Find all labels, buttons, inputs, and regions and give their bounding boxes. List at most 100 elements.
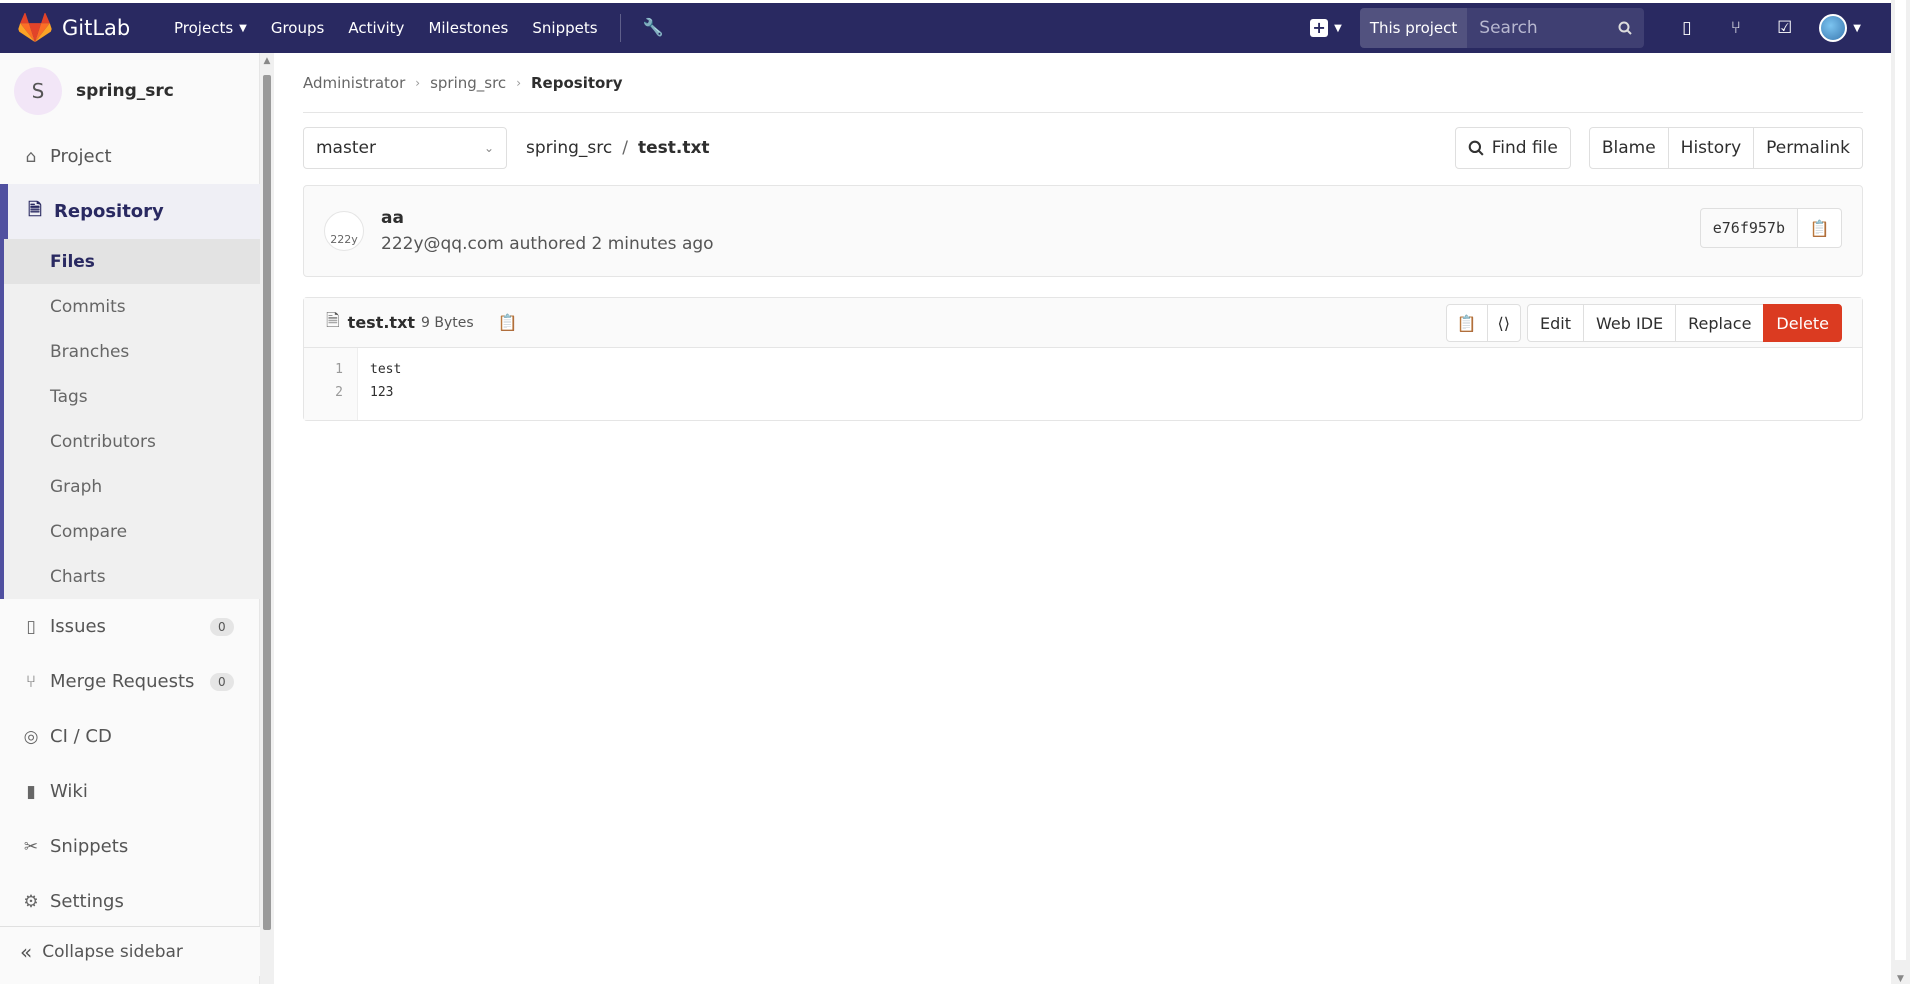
- nav-groups[interactable]: Groups: [259, 19, 336, 37]
- file-view-buttons: 📋 ⟨⟩: [1445, 304, 1522, 342]
- sidebar-subitem-files[interactable]: Files: [4, 239, 260, 284]
- top-navbar: GitLab Projects ▼ Groups Activity Milesto…: [0, 3, 1891, 53]
- search-scope-badge[interactable]: This project: [1359, 8, 1468, 48]
- todo-checkbox-icon[interactable]: ☑: [1760, 18, 1809, 38]
- home-icon: ⌂: [25, 146, 37, 167]
- commit-info: aa 222y@qq.com authored 2 minutes ago: [381, 208, 714, 254]
- file-path: spring_src / test.txt: [526, 138, 710, 158]
- search-box: [1467, 8, 1645, 48]
- scroll-up-arrow-icon[interactable]: ▲: [260, 53, 274, 69]
- sidebar-item-merge-requests[interactable]: ⑂ Merge Requests 0: [0, 654, 260, 709]
- last-commit-box: 222y aa 222y@qq.com authored 2 minutes a…: [303, 185, 1863, 277]
- sidebar-item-label: Issues: [50, 616, 106, 637]
- sidebar-item-ci-cd[interactable]: ◎ CI / CD: [0, 709, 260, 764]
- sidebar-item-label: Project: [50, 146, 112, 167]
- project-sidebar: S spring_src ⌂ Project 🗎 Repository File…: [0, 53, 274, 984]
- find-file-label: Find file: [1491, 138, 1558, 158]
- nav-projects[interactable]: Projects ▼: [162, 19, 259, 37]
- permalink-button[interactable]: Permalink: [1753, 127, 1863, 169]
- collapse-sidebar-button[interactable]: « Collapse sidebar: [0, 926, 260, 976]
- blame-button[interactable]: Blame: [1588, 127, 1669, 169]
- copy-source-button[interactable]: 📋: [1445, 304, 1488, 342]
- sidebar-subitem-compare[interactable]: Compare: [4, 509, 260, 554]
- path-root-link[interactable]: spring_src: [526, 138, 612, 158]
- clipboard-icon: 📋: [1809, 218, 1830, 238]
- search-icon: [1618, 21, 1633, 35]
- page-scrollbar[interactable]: ▼: [1891, 0, 1910, 984]
- sidebar-scrollbar-thumb[interactable]: [263, 75, 271, 930]
- file-name: test.txt: [347, 313, 416, 332]
- new-dropdown[interactable]: + ▼: [1310, 19, 1342, 37]
- merge-request-icon: ⑂: [25, 671, 37, 692]
- sidebar-subitem-branches[interactable]: Branches: [4, 329, 260, 374]
- project-name: spring_src: [76, 81, 174, 101]
- user-avatar: [1819, 14, 1848, 42]
- code-line: 123: [370, 385, 394, 400]
- chevron-down-icon: ▼: [239, 22, 247, 34]
- chevron-down-icon: ▼: [1853, 22, 1861, 34]
- history-button[interactable]: History: [1667, 127, 1755, 169]
- issues-icon: ▯: [26, 616, 36, 637]
- document-icon: 🗎: [28, 200, 42, 220]
- branch-selector[interactable]: master ⌄: [303, 127, 507, 169]
- user-menu[interactable]: ▼: [1819, 14, 1861, 42]
- project-avatar: S: [14, 67, 62, 115]
- find-file-button[interactable]: Find file: [1454, 127, 1571, 169]
- nav-snippets[interactable]: Snippets: [520, 19, 609, 37]
- nav-divider: [619, 14, 621, 42]
- sidebar-item-repository[interactable]: 🗎 Repository: [4, 184, 260, 239]
- file-header: 🗎 test.txt 9 Bytes 📋 📋 ⟨⟩ Edit Web IDE R…: [304, 298, 1862, 348]
- sidebar-subitem-tags[interactable]: Tags: [4, 374, 260, 419]
- replace-button[interactable]: Replace: [1675, 304, 1765, 342]
- sidebar-subitem-charts[interactable]: Charts: [4, 554, 260, 599]
- sidebar-project-header[interactable]: S spring_src: [0, 53, 260, 129]
- sidebar-item-settings[interactable]: ⚙ Settings: [0, 874, 260, 923]
- sidebar-scrollbar[interactable]: ▲: [260, 53, 274, 984]
- gear-icon: ⚙: [23, 891, 39, 912]
- line-number[interactable]: 1: [304, 358, 343, 381]
- breadcrumb-item-administrator[interactable]: Administrator: [303, 74, 405, 92]
- nav-activity[interactable]: Activity: [336, 19, 416, 37]
- chevron-right-icon: ›: [415, 75, 421, 90]
- page-scrollbar-thumb[interactable]: [1895, 0, 1906, 960]
- copy-file-path-button[interactable]: 📋: [498, 313, 518, 332]
- copy-sha-button[interactable]: 📋: [1798, 208, 1842, 248]
- line-number[interactable]: 2: [304, 381, 343, 404]
- sidebar-subitem-contributors[interactable]: Contributors: [4, 419, 260, 464]
- sidebar-subitem-graph[interactable]: Graph: [4, 464, 260, 509]
- nav-right: + ▼ This project ▯ ⑂ ☑ ▼: [1310, 3, 1891, 53]
- sidebar-item-snippets[interactable]: ✂ Snippets: [0, 819, 260, 874]
- nav-milestones[interactable]: Milestones: [416, 19, 520, 37]
- web-ide-button[interactable]: Web IDE: [1583, 304, 1677, 342]
- file-edit-buttons: Edit Web IDE Replace Delete: [1527, 304, 1842, 342]
- sidebar-item-issues[interactable]: ▯ Issues 0: [0, 599, 260, 654]
- file-size: 9 Bytes: [421, 314, 474, 331]
- path-file-name: test.txt: [637, 138, 710, 158]
- sidebar-item-project[interactable]: ⌂ Project: [0, 129, 260, 184]
- merge-request-icon[interactable]: ⑂: [1711, 18, 1760, 38]
- file-code-icon: ⟨⟩: [1497, 313, 1511, 333]
- commit-author-avatar[interactable]: 222y: [324, 211, 364, 251]
- commit-title[interactable]: aa: [381, 208, 714, 228]
- brand[interactable]: GitLab: [18, 13, 148, 43]
- book-icon: ▮: [26, 781, 36, 802]
- open-raw-button[interactable]: ⟨⟩: [1486, 304, 1522, 342]
- file-history-buttons: Blame History Permalink: [1588, 127, 1863, 169]
- code-content: test 123: [358, 348, 401, 420]
- sidebar-item-wiki[interactable]: ▮ Wiki: [0, 764, 260, 819]
- issues-icon[interactable]: ▯: [1662, 18, 1711, 38]
- breadcrumb-item-repository[interactable]: Repository: [531, 74, 623, 92]
- sidebar-subitem-commits[interactable]: Commits: [4, 284, 260, 329]
- path-separator: /: [622, 138, 628, 158]
- breadcrumb-item-project[interactable]: spring_src: [430, 74, 506, 92]
- file-text-icon: 🗎: [326, 311, 340, 331]
- admin-wrench-icon[interactable]: 🔧: [635, 18, 672, 38]
- edit-button[interactable]: Edit: [1527, 304, 1584, 342]
- search-form: This project: [1359, 8, 1645, 48]
- clipboard-icon: 📋: [1456, 313, 1477, 333]
- search-input[interactable]: [1479, 18, 1610, 38]
- commit-sha[interactable]: e76f957b: [1699, 208, 1798, 248]
- main-nav-links: Projects ▼ Groups Activity Milestones Sni…: [162, 19, 610, 37]
- delete-button[interactable]: Delete: [1763, 304, 1842, 342]
- scroll-down-arrow-icon[interactable]: ▼: [1891, 974, 1910, 984]
